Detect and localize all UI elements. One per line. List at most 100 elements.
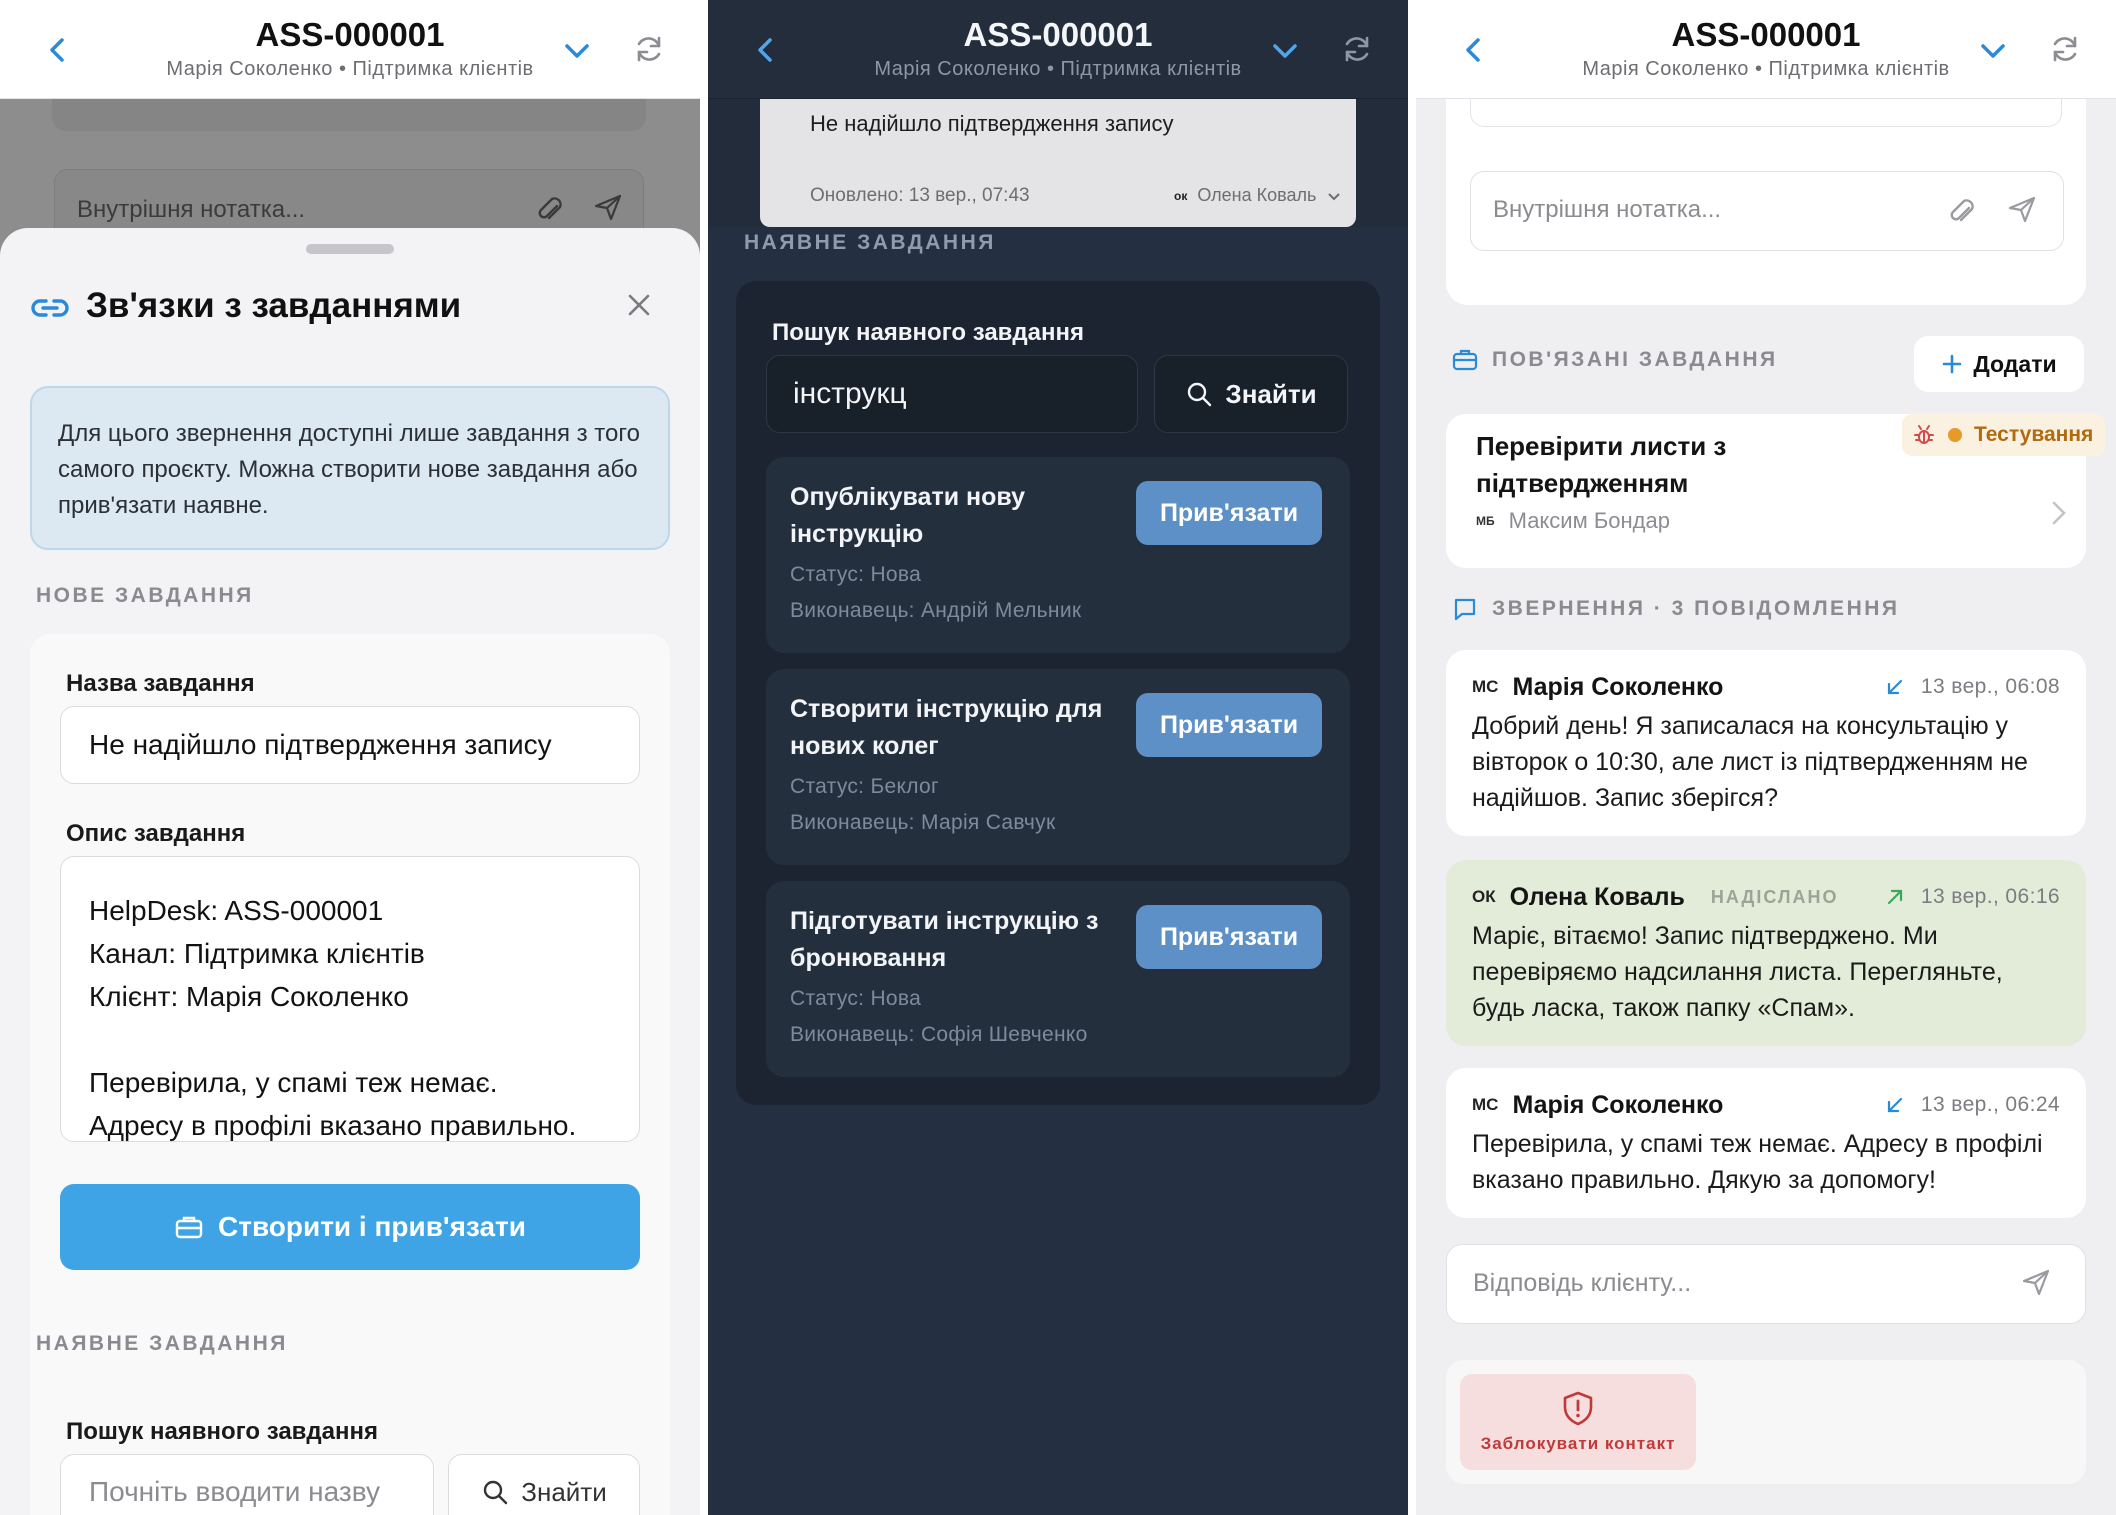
message-body: Перевірила, у спамі теж немає. Адресу в …: [1472, 1130, 2043, 1194]
search-button[interactable]: Знайти: [1154, 355, 1348, 433]
shield-alert-icon: [1563, 1391, 1593, 1426]
result-assignee: Виконавець: Андрій Мельник: [790, 599, 1082, 622]
ticket-id-title: ASS-000001: [255, 16, 445, 53]
briefcase-icon: [175, 1216, 203, 1239]
search-label: Пошук наявного завдання: [66, 1418, 378, 1445]
message-incoming: МС Марія Соколенко 13 вер., 06:24 Переві…: [1446, 1068, 2086, 1218]
reply-input[interactable]: Відповідь клієнту...: [1446, 1244, 2086, 1324]
add-button-label: Додати: [1973, 350, 2057, 377]
refresh-icon[interactable]: [632, 32, 666, 66]
linked-tasks-label: ПОВ'ЯЗАНІ ЗАВДАННЯ: [1492, 348, 1778, 371]
ticket-id-title: ASS-000001: [963, 16, 1153, 53]
existing-task-section-label: НАЯВНЕ ЗАВДАННЯ: [36, 1332, 288, 1355]
task-desc-label: Опис завдання: [66, 820, 246, 847]
link-task-button[interactable]: Прив'язати: [1136, 905, 1322, 969]
message-time: 13 вер., 06:16: [1920, 885, 2060, 908]
contact-actions-card: Заблокувати контакт: [1446, 1360, 2086, 1484]
search-label: Пошук наявного завдання: [772, 319, 1084, 346]
search-button-label: Знайти: [521, 1476, 607, 1507]
sender-initials: МС: [1472, 677, 1499, 696]
search-button[interactable]: Знайти: [448, 1454, 640, 1515]
result-title: Створити інструкцію для нових колег: [790, 695, 1103, 760]
result-status: Статус: Нова: [790, 987, 922, 1010]
send-icon: [594, 194, 622, 221]
incoming-arrow-icon: [1887, 1097, 1902, 1113]
linked-tasks-header: ПОВ'ЯЗАНІ ЗАВДАННЯ: [1452, 348, 1778, 372]
status-text: Тестування: [1974, 423, 2094, 446]
search-result-item[interactable]: Опублікувати нову інструкцію Статус: Нов…: [766, 457, 1350, 653]
background-task-title: Не надійшло підтвердження запису: [810, 111, 1174, 136]
send-icon[interactable]: [2021, 1267, 2051, 1297]
plus-icon: [1943, 354, 1962, 374]
message-time: 13 вер., 06:24: [1920, 1093, 2060, 1116]
add-task-button[interactable]: Додати: [1914, 336, 2084, 392]
link-task-button[interactable]: Прив'язати: [1136, 481, 1322, 545]
incoming-arrow-icon: [1887, 679, 1902, 695]
chevron-down-icon[interactable]: [1976, 34, 2010, 68]
briefcase-icon: [1452, 349, 1478, 371]
search-result-item[interactable]: Створити інструкцію для нових колег Стат…: [766, 669, 1350, 865]
linked-task-card[interactable]: Перевірити листи з підтвердженням Тестув…: [1446, 414, 2106, 568]
chat-icon: [1454, 598, 1476, 621]
internal-note-input[interactable]: Внутрішня нотатка...: [1470, 171, 2064, 251]
result-status: Статус: Нова: [790, 563, 922, 586]
message-body: Добрий день! Я записалася на консультаці…: [1472, 712, 2028, 812]
chevron-down-icon[interactable]: [560, 34, 594, 68]
sheet-drag-handle[interactable]: [306, 244, 394, 254]
block-contact-button[interactable]: Заблокувати контакт: [1460, 1374, 1696, 1470]
close-icon[interactable]: [624, 290, 654, 320]
ticket-subtitle: Марія Соколенко • Підтримка клієнтів: [166, 58, 534, 80]
block-button-label: Заблокувати контакт: [1480, 1434, 1676, 1453]
task-desc-textarea[interactable]: HelpDesk: ASS-000001 Канал: Підтримка кл…: [60, 856, 640, 1142]
link-task-button[interactable]: Прив'язати: [1136, 693, 1322, 757]
existing-task-sheet: НАЯВНЕ ЗАВДАННЯ Пошук наявного завдання …: [708, 227, 1408, 1515]
sent-label: НАДІСЛАНО: [1710, 886, 1839, 907]
app-header: ASS-000001 Марія Соколенко • Підтримка к…: [708, 0, 1408, 99]
chevron-down-icon: [1328, 192, 1341, 200]
info-banner: Для цього звернення доступні лише завдан…: [30, 386, 670, 550]
app-header: ASS-000001 Марія Соколенко • Підтримка к…: [0, 0, 700, 99]
send-icon[interactable]: [2007, 194, 2037, 224]
linked-task-title: Перевірити листи з підтвердженням: [1476, 431, 1727, 498]
note-placeholder: Внутрішня нотатка...: [1493, 196, 1722, 223]
task-links-bottom-sheet: Зв'язки з завданнями Для цього звернення…: [0, 228, 700, 1515]
paperclip-icon[interactable]: [1947, 194, 1977, 228]
background-task-card: Не надійшло підтвердження запису Оновлен…: [760, 99, 1356, 227]
search-card: Пошук наявного завдання інструкц Знайти …: [736, 281, 1380, 1105]
refresh-icon[interactable]: [2048, 32, 2082, 66]
result-status: Статус: Беклог: [790, 775, 939, 798]
result-title: Підготувати інструкцію з бронювання: [790, 907, 1099, 972]
task-name-input[interactable]: Не надійшло підтвердження запису: [60, 706, 640, 784]
ticket-id-title: ASS-000001: [1671, 16, 1861, 53]
result-title: Опублікувати нову інструкцію: [790, 483, 1026, 548]
panel-search-results: ASS-000001 Марія Соколенко • Підтримка к…: [708, 0, 1408, 1515]
search-input[interactable]: інструкц: [766, 355, 1138, 433]
message-incoming: МС Марія Соколенко 13 вер., 06:08 Добрий…: [1446, 650, 2086, 836]
chevron-down-icon[interactable]: [1268, 34, 1302, 68]
messages-header: ЗВЕРНЕННЯ · 3 ПОВІДОМЛЕННЯ: [1452, 596, 1900, 622]
search-result-item[interactable]: Підготувати інструкцію з бронювання Стат…: [766, 881, 1350, 1077]
ticket-subtitle: Марія Соколенко • Підтримка клієнтів: [1582, 58, 1950, 80]
assignee-name: Олена Коваль: [1197, 185, 1317, 205]
search-button-label: Знайти: [1225, 378, 1317, 409]
linked-task-assignee: МБ Максим Бондар: [1476, 508, 1670, 534]
search-icon: [1188, 382, 1212, 407]
previous-note-edge: [1470, 99, 2062, 127]
assignee-initials: МБ: [1476, 514, 1495, 528]
app-header: ASS-000001 Марія Соколенко • Підтримка к…: [1416, 0, 2116, 99]
assignee-name: Максим Бондар: [1508, 508, 1670, 533]
search-input[interactable]: Почніть вводити назву: [60, 1454, 434, 1515]
message-outgoing: ОК Олена Коваль НАДІСЛАНО 13 вер., 06:16…: [1446, 860, 2086, 1046]
result-assignee: Виконавець: Софія Шевченко: [790, 1023, 1088, 1046]
internal-note-card: Внутрішня нотатка...: [1446, 99, 2086, 305]
assignee-initials: ок: [1174, 188, 1188, 203]
outgoing-arrow-icon: [1887, 889, 1902, 905]
background-task-updated: Оновлено: 13 вер., 07:43: [810, 185, 1030, 206]
message-body: Маріє, вітаємо! Запис підтверджено. Ми п…: [1472, 922, 2003, 1022]
sender-name: Олена Коваль: [1509, 882, 1685, 911]
panel-ticket-detail: ASS-000001 Марія Соколенко • Підтримка к…: [1416, 0, 2116, 1515]
reply-placeholder: Відповідь клієнту...: [1473, 1269, 1692, 1297]
create-and-link-button[interactable]: Створити і прив'язати: [60, 1184, 640, 1270]
refresh-icon[interactable]: [1340, 32, 1374, 66]
existing-task-card: Пошук наявного завдання Почніть вводити …: [30, 1380, 670, 1515]
